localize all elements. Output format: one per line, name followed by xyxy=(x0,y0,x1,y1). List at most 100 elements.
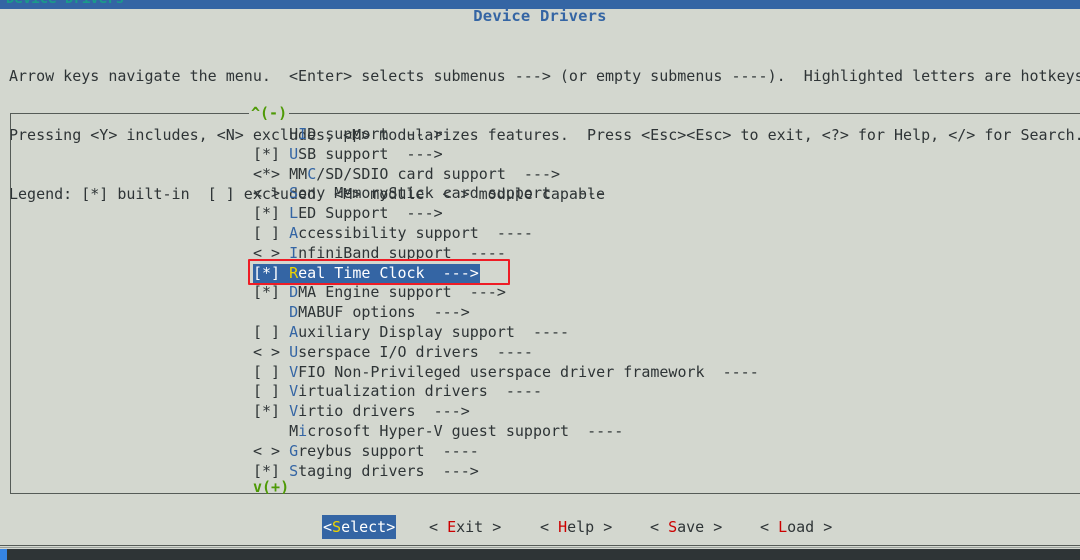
menu-item[interactable]: [ ] VFIO Non-Privileged userspace driver… xyxy=(253,363,759,383)
menu-item[interactable]: Microsoft Hyper-V guest support ---- xyxy=(253,422,759,442)
menuconfig-screen: Device Drivers Device Drivers Arrow keys… xyxy=(0,0,1080,560)
button-bar: <Select> < Exit > < Help > < Save > < Load > xyxy=(0,515,1080,541)
menu-row-container: <*> MMC/SD/SDIO card support ---> xyxy=(253,165,759,185)
hotkey-letter: V xyxy=(289,362,299,381)
menu-item-state-marker[interactable]: [*] xyxy=(253,145,289,163)
submenu-arrow-icon: ---- xyxy=(478,342,533,361)
submenu-arrow-icon: ---> xyxy=(415,303,470,322)
label-text: irtio drivers xyxy=(298,402,416,421)
hotkey-letter: S xyxy=(289,461,299,480)
menu-row-container: < > InfiniBand support ---- xyxy=(253,244,759,264)
menu-item-state-marker[interactable]: [ ] xyxy=(253,363,289,381)
menu-item[interactable]: [*] DMA Engine support ---> xyxy=(253,283,759,303)
label-text: nfiniBand support xyxy=(298,243,452,262)
save-button[interactable]: < Save > xyxy=(650,515,722,539)
label-text: serspace I/O drivers xyxy=(298,342,479,361)
label-text: FIO Non-Privileged userspace driver fram… xyxy=(298,362,705,381)
menu-item[interactable]: < > Userspace I/O drivers ---- xyxy=(253,343,759,363)
submenu-arrow-icon: ---> xyxy=(424,461,479,480)
hotkey-letter: R xyxy=(289,263,299,282)
window-titlebar-label: Device Drivers xyxy=(6,0,124,7)
submenu-arrow-icon: ---- xyxy=(704,362,759,381)
help-line-1: Arrow keys navigate the menu. <Enter> se… xyxy=(9,66,1080,85)
menu-item-state-marker[interactable]: [*] xyxy=(253,283,289,301)
menu-item[interactable]: [ ] Auxiliary Display support ---- xyxy=(253,323,759,343)
help-button[interactable]: < Help > xyxy=(540,515,612,539)
button-label: oad > xyxy=(787,518,833,536)
menu-item-state-marker[interactable]: < > xyxy=(253,343,289,361)
bottom-separator xyxy=(0,545,1080,546)
label-text: uxiliary Display support xyxy=(298,322,515,341)
scroll-down-indicator[interactable]: v(+) xyxy=(253,479,289,495)
menu-item[interactable]: <*> MMC/SD/SDIO card support ---> xyxy=(253,165,759,185)
menu-item[interactable]: [*] Virtio drivers ---> xyxy=(253,402,759,422)
menu-item[interactable]: < > Greybus support ---- xyxy=(253,442,759,462)
label-text: crosoft Hyper-V guest support xyxy=(307,421,570,440)
button-hotkey-letter: E xyxy=(447,518,457,536)
load-button[interactable]: < Load > xyxy=(760,515,832,539)
scroll-up-indicator[interactable]: ^(-) xyxy=(249,105,290,121)
menu-row-container: DMABUF options ---> xyxy=(253,303,759,323)
submenu-arrow-icon: ---- xyxy=(551,184,606,203)
button-hotkey-letter: L xyxy=(778,518,788,536)
menu-row-container: [*] LED Support ---> xyxy=(253,204,759,224)
hotkey-letter: L xyxy=(289,204,299,223)
menu-item-state-marker[interactable] xyxy=(253,125,289,143)
button-label: elect> xyxy=(341,518,396,536)
button-label: < xyxy=(429,518,448,536)
submenu-arrow-icon: ---> xyxy=(415,402,470,421)
menu-item-state-marker[interactable]: <*> xyxy=(253,165,289,183)
label-text: M xyxy=(289,421,299,440)
menu-item-state-marker[interactable]: [*] xyxy=(253,462,289,480)
menu-item-state-marker[interactable]: [ ] xyxy=(253,323,289,341)
hotkey-letter: A xyxy=(289,223,299,242)
hotkey-letter: D xyxy=(289,303,299,322)
menu-item[interactable]: [ ] Accessibility support ---- xyxy=(253,224,759,244)
menu-row-container: [*] DMA Engine support ---> xyxy=(253,283,759,303)
exit-button[interactable]: < Exit > xyxy=(429,515,501,539)
menu-item[interactable]: [*] Staging drivers ---> xyxy=(253,462,759,482)
menu-item[interactable]: < > Sony MemoryStick card support ---- xyxy=(253,184,759,204)
menu-item-state-marker[interactable]: [ ] xyxy=(253,382,289,400)
hotkey-letter: I xyxy=(289,243,299,262)
menu-item-state-marker[interactable]: < > xyxy=(253,184,289,202)
page-title: Device Drivers xyxy=(473,7,607,25)
menu-item-state-marker[interactable] xyxy=(253,422,289,440)
menu-item-selected[interactable]: [*] Real Time Clock ---> xyxy=(253,263,480,284)
menu-item-state-marker[interactable] xyxy=(253,303,289,321)
label-text: /SD/SDIO card support xyxy=(316,164,506,183)
menu-row-container: [*] Real Time Clock ---> xyxy=(253,263,759,284)
menu-item-state-marker[interactable]: [*] xyxy=(253,204,289,222)
menu-row-container: [*] Staging drivers ---> xyxy=(253,462,759,482)
hotkey-letter: I xyxy=(298,125,308,143)
menu-item-state-marker[interactable]: < > xyxy=(253,244,289,262)
button-label: < xyxy=(760,518,779,536)
menu-item[interactable]: HID support ---> xyxy=(253,125,759,145)
button-label: xit > xyxy=(456,518,502,536)
desktop-taskbar xyxy=(0,549,1080,560)
menu-row-container: [*] USB support ---> xyxy=(253,145,759,165)
label-text: ony MemoryStick card support xyxy=(298,184,552,203)
hotkey-letter: U xyxy=(289,342,299,361)
menu-row-container: [ ] Auxiliary Display support ---- xyxy=(253,323,759,343)
menu-item-state-marker[interactable]: [*] xyxy=(253,264,289,282)
hotkey-letter: U xyxy=(289,144,299,163)
menu-item-state-marker[interactable]: < > xyxy=(253,442,289,460)
label-text: ccessibility support xyxy=(298,223,479,242)
select-button[interactable]: <Select> xyxy=(322,515,397,539)
taskbar-indicator xyxy=(0,549,7,560)
submenu-arrow-icon: ---> xyxy=(424,263,479,282)
hotkey-letter: S xyxy=(289,184,299,203)
label-text: D support xyxy=(307,125,389,143)
menu-row-container: Microsoft Hyper-V guest support ---- xyxy=(253,422,759,442)
menu-item[interactable]: [*] LED Support ---> xyxy=(253,204,759,224)
bottom-separator-shadow xyxy=(0,547,1080,548)
menu-item[interactable]: [ ] Virtualization drivers ---- xyxy=(253,382,759,402)
menu-item[interactable]: DMABUF options ---> xyxy=(253,303,759,323)
menu-item[interactable]: [*] USB support ---> xyxy=(253,145,759,165)
hotkey-letter: D xyxy=(289,283,299,302)
button-label: < xyxy=(540,518,559,536)
menu-item-state-marker[interactable]: [ ] xyxy=(253,224,289,242)
menu-item[interactable]: < > InfiniBand support ---- xyxy=(253,244,759,264)
menu-item-state-marker[interactable]: [*] xyxy=(253,402,289,420)
